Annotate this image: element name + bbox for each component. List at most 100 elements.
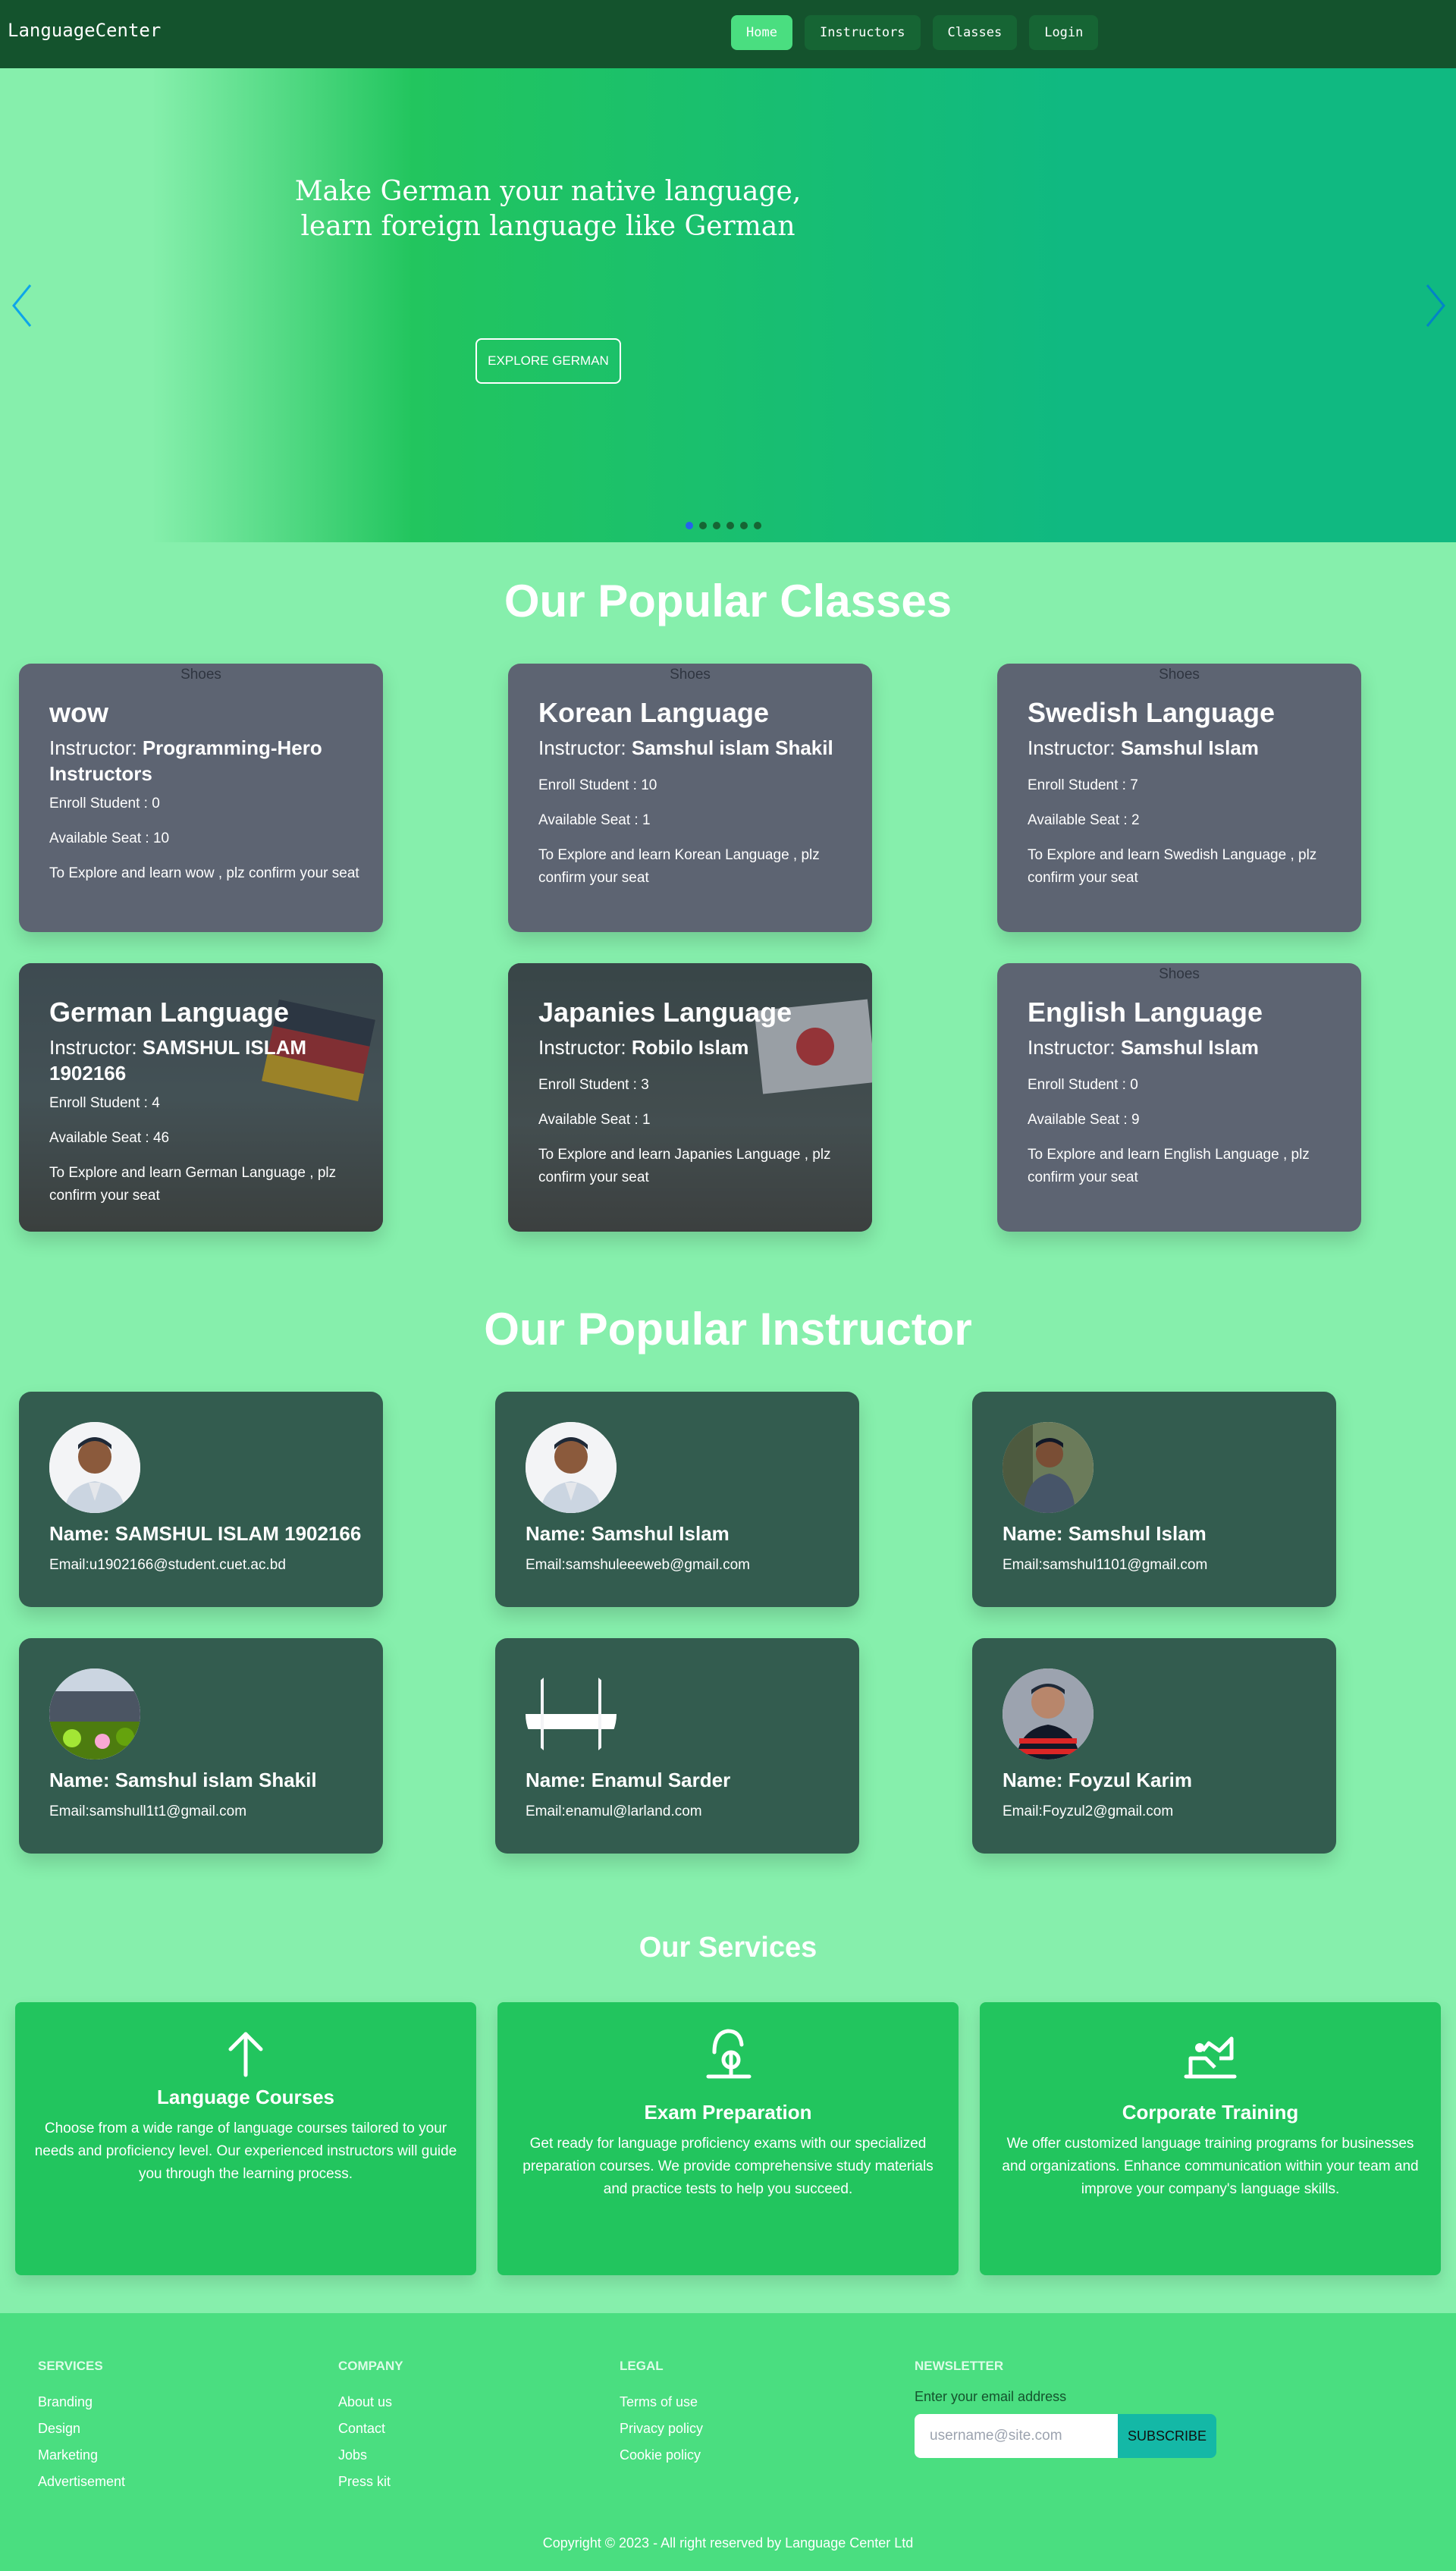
footer-newsletter: NEWSLETTER Enter your email address SUBS… (915, 2359, 1216, 2458)
class-name: Swedish Language (1028, 697, 1276, 728)
class-description: To Explore and learn Korean Language , p… (538, 847, 820, 886)
class-card-german[interactable]: German Language Instructor: SAMSHUL ISLA… (19, 963, 383, 1232)
instructor-name: Name: Samshul Islam (526, 1522, 730, 1545)
instructor-email: Email:u1902166@student.cuet.ac.bd (49, 1557, 286, 1573)
chevron-right-icon[interactable] (1420, 279, 1450, 332)
class-card-korean[interactable]: Shoes Korean Language Instructor: Samshu… (508, 664, 872, 932)
services-title: Our Services (639, 1932, 817, 1964)
footer-link-cookie[interactable]: Cookie policy (620, 2442, 703, 2469)
footer-heading: COMPANY (338, 2359, 403, 2373)
nav-login-button[interactable]: Login (1029, 15, 1099, 50)
class-enroll: Enroll Student : 4 (49, 1095, 160, 1111)
footer-link-design[interactable]: Design (38, 2416, 125, 2442)
class-seats: Available Seat : 2 (1028, 812, 1140, 828)
instructor-name: Name: Samshul islam Shakil (49, 1769, 317, 1791)
chevron-left-icon[interactable] (8, 279, 38, 332)
nav-menu: Home Instructors Classes Login (731, 15, 1099, 50)
class-enroll: Enroll Student : 0 (49, 796, 160, 811)
instructor-email: Email:enamul@larland.com (526, 1803, 702, 1819)
navbar: LanguageCenter Home Instructors Classes … (0, 0, 1456, 68)
class-instructor: Instructor: Samshul Islam (1028, 736, 1259, 759)
footer-link-branding[interactable]: Branding (38, 2389, 125, 2416)
instructor-name: Name: SAMSHUL ISLAM 1902166 (49, 1522, 362, 1545)
service-text: We offer customized language training pr… (1002, 2136, 1419, 2197)
nav-classes-button[interactable]: Classes (932, 15, 1018, 50)
footer-link-contact[interactable]: Contact (338, 2416, 403, 2442)
service-card-exam-preparation[interactable]: Exam Preparation Get ready for language … (497, 2002, 959, 2275)
class-seats: Available Seat : 9 (1028, 1112, 1140, 1128)
class-image-alt: Shoes (180, 667, 221, 683)
class-description: To Explore and learn German Language , p… (49, 1165, 337, 1204)
class-card-swedish[interactable]: Shoes Swedish Language Instructor: Samsh… (997, 664, 1361, 932)
class-enroll: Enroll Student : 10 (538, 777, 657, 793)
instructor-card[interactable]: Name: Enamul Sarder Email:enamul@larland… (495, 1638, 859, 1854)
hero-headline-line2: learn foreign language like German (300, 211, 795, 242)
footer-link-jobs[interactable]: Jobs (338, 2442, 403, 2469)
carousel-dot[interactable] (686, 522, 693, 529)
service-title: Exam Preparation (644, 2101, 812, 2124)
class-name: Korean Language (538, 697, 770, 728)
newsletter-email-input[interactable] (915, 2414, 1118, 2458)
class-description: To Explore and learn Swedish Language , … (1028, 847, 1317, 886)
carousel-dots (686, 522, 761, 529)
instructor-card[interactable]: Name: Samshul Islam Email:samshuleeeweb@… (495, 1392, 859, 1607)
instructor-card[interactable]: Name: Samshul islam Shakil Email:samshul… (19, 1638, 383, 1854)
explore-german-button[interactable]: EXPLORE GERMAN (475, 338, 621, 384)
carousel-dot[interactable] (754, 522, 761, 529)
class-card-wow[interactable]: Shoes wow Instructor: Programming-Hero I… (19, 664, 383, 932)
footer-link-marketing[interactable]: Marketing (38, 2442, 125, 2469)
class-instructor: Instructor: Robilo Islam (538, 1036, 749, 1059)
popular-instructors-title: Our Popular Instructor (484, 1304, 972, 1355)
instructor-card[interactable]: Name: Foyzul Karim Email:Foyzul2@gmail.c… (972, 1638, 1336, 1854)
footer-link-privacy[interactable]: Privacy policy (620, 2416, 703, 2442)
nav-instructors-button[interactable]: Instructors (804, 15, 921, 50)
service-card-corporate-training[interactable]: Corporate Training We offer customized l… (980, 2002, 1441, 2275)
footer: SERVICES Branding Design Marketing Adver… (0, 2313, 1456, 2571)
instructor-email: Email:samshull1t1@gmail.com (49, 1803, 247, 1819)
footer-link-advertisement[interactable]: Advertisement (38, 2469, 125, 2495)
class-instructor: Instructor: Samshul islam Shakil (538, 736, 833, 759)
footer-heading: SERVICES (38, 2359, 103, 2373)
footer-link-press-kit[interactable]: Press kit (338, 2469, 403, 2495)
nav-home-button[interactable]: Home (731, 15, 792, 50)
instructor-email: Email:samshuleeeweb@gmail.com (526, 1557, 750, 1573)
hero-headline-line1: Make German your native language, (294, 176, 802, 207)
carousel-dot[interactable] (726, 522, 734, 529)
instructor-card[interactable]: Name: Samshul Islam Email:samshul1101@gm… (972, 1392, 1336, 1607)
hero-headline: Make German your native language, learn … (288, 174, 808, 244)
class-description: To Explore and learn English Language , … (1028, 1147, 1310, 1185)
class-image-alt: Shoes (670, 667, 711, 683)
carousel-dot[interactable] (740, 522, 748, 529)
class-seats: Available Seat : 10 (49, 830, 170, 846)
footer-link-about[interactable]: About us (338, 2389, 403, 2416)
service-card-language-courses[interactable]: Language Courses Choose from a wide rang… (15, 2002, 476, 2275)
class-card-japanies[interactable]: Japanies Language Instructor: Robilo Isl… (508, 963, 872, 1232)
class-name: German Language (49, 997, 290, 1028)
exam-icon (706, 2029, 752, 2079)
class-seats: Available Seat : 46 (49, 1130, 170, 1146)
class-enroll: Enroll Student : 3 (538, 1077, 649, 1093)
instructor-card[interactable]: Name: SAMSHUL ISLAM 1902166 Email:u19021… (19, 1392, 383, 1607)
hero-background (152, 68, 1456, 542)
carousel-dot[interactable] (713, 522, 720, 529)
class-instructor: Instructor: SAMSHUL ISLAM 1902166 (49, 1036, 307, 1085)
class-card-english[interactable]: Shoes English Language Instructor: Samsh… (997, 963, 1361, 1232)
footer-link-terms[interactable]: Terms of use (620, 2389, 703, 2416)
footer-heading: NEWSLETTER (915, 2359, 1004, 2373)
class-name: English Language (1028, 997, 1263, 1028)
brand-logo[interactable]: LanguageCenter (8, 20, 161, 41)
avatar (526, 1668, 617, 1760)
avatar (49, 1668, 140, 1760)
class-description: To Explore and learn Japanies Language ,… (538, 1147, 831, 1185)
class-description: To Explore and learn wow , plz confirm y… (49, 865, 359, 881)
copyright-text: Copyright © 2023 - All right reserved by… (542, 2535, 914, 2551)
class-name: wow (49, 697, 108, 728)
footer-services: SERVICES Branding Design Marketing Adver… (38, 2359, 125, 2495)
class-image-alt: Shoes (1159, 966, 1200, 982)
subscribe-button[interactable]: SUBSCRIBE (1118, 2414, 1216, 2458)
instructor-email: Email:samshul1101@gmail.com (1003, 1557, 1208, 1573)
class-instructor: Instructor: Samshul Islam (1028, 1036, 1259, 1059)
hero-carousel: Make German your native language, learn … (0, 68, 1456, 542)
carousel-dot[interactable] (699, 522, 707, 529)
newsletter-label: Enter your email address (915, 2389, 1067, 2404)
